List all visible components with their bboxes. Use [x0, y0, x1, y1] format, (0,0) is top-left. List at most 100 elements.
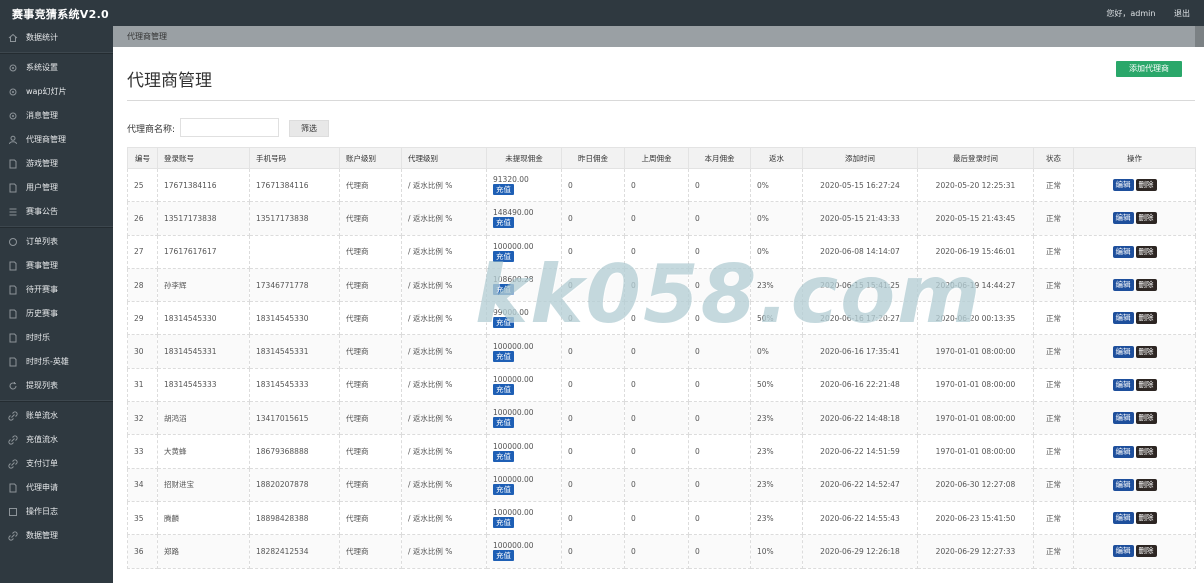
recharge-button[interactable]: 充值 — [493, 350, 514, 362]
recharge-button[interactable]: 充值 — [493, 483, 514, 495]
cell-rebate: 23% — [750, 401, 803, 436]
sidebar-item-label: 提现列表 — [26, 381, 58, 390]
recharge-button[interactable]: 充值 — [493, 517, 514, 529]
cell-yesterday-commission: 0 — [561, 367, 625, 403]
edit-button[interactable]: 编辑 — [1112, 345, 1134, 358]
sidebar-item[interactable]: wap幻灯片 — [0, 80, 113, 104]
sidebar-item[interactable]: 数据统计 — [0, 26, 113, 50]
cell-account-level: 代理商 — [339, 201, 402, 236]
column-header: 代理级别 — [401, 147, 487, 169]
cell-account-level: 代理商 — [339, 534, 402, 569]
edit-button[interactable]: 编辑 — [1112, 545, 1134, 558]
delete-button[interactable]: 删除 — [1135, 345, 1157, 358]
sidebar-item[interactable]: 游戏管理 — [0, 152, 113, 176]
sidebar-item-label: 赛事管理 — [26, 261, 58, 270]
recharge-button[interactable]: 充值 — [493, 184, 514, 196]
delete-button[interactable]: 删除 — [1135, 445, 1157, 458]
sidebar-item[interactable]: 待开赛事 — [0, 278, 113, 302]
document-icon — [8, 183, 18, 193]
circle-icon — [8, 237, 18, 247]
delete-button[interactable]: 删除 — [1135, 312, 1157, 325]
sidebar-item[interactable]: 充值流水 — [0, 428, 113, 452]
cell-account: 17617617617 — [157, 234, 250, 269]
cell-added-time: 2020-06-22 14:51:59 — [802, 434, 918, 469]
agent-name-input[interactable] — [180, 118, 279, 137]
delete-button[interactable]: 删除 — [1135, 412, 1157, 425]
sidebar-item[interactable]: 系统设置 — [0, 56, 113, 80]
delete-button[interactable]: 删除 — [1135, 545, 1157, 558]
column-header: 状态 — [1033, 147, 1074, 169]
unpaid-amount: 148490.00 — [493, 208, 534, 218]
cell-status: 正常 — [1033, 534, 1074, 569]
cell-yesterday-commission: 0 — [561, 167, 625, 203]
edit-button[interactable]: 编辑 — [1112, 478, 1134, 491]
greeting-text: 您好，admin — [1106, 9, 1156, 18]
logout-link[interactable]: 退出 — [1174, 9, 1190, 18]
edit-button[interactable]: 编辑 — [1112, 212, 1134, 225]
edit-button[interactable]: 编辑 — [1112, 412, 1134, 425]
cell-agent-level: / 返水比例 % — [401, 167, 487, 203]
square-icon — [8, 507, 18, 517]
list-icon — [8, 207, 18, 217]
column-header: 登录账号 — [157, 147, 250, 169]
sidebar-item[interactable]: 代理申请 — [0, 476, 113, 500]
cell-last-login: 2020-05-15 21:43:45 — [917, 201, 1034, 236]
sidebar-item[interactable]: 消息管理 — [0, 104, 113, 128]
edit-button[interactable]: 编辑 — [1112, 312, 1134, 325]
cell-lastweek-commission: 0 — [624, 434, 689, 469]
recharge-button[interactable]: 充值 — [493, 383, 514, 395]
sidebar-item[interactable]: 用户管理 — [0, 176, 113, 200]
cell-rebate: 50% — [750, 367, 803, 403]
sidebar-item-label: wap幻灯片 — [26, 87, 67, 96]
cell-rebate: 23% — [750, 434, 803, 469]
delete-button[interactable]: 删除 — [1135, 378, 1157, 391]
edit-button[interactable]: 编辑 — [1112, 378, 1134, 391]
add-agent-button[interactable]: 添加代理商 — [1116, 61, 1182, 77]
filter-button[interactable]: 筛选 — [289, 120, 329, 137]
delete-button[interactable]: 删除 — [1135, 279, 1157, 292]
sidebar-item[interactable]: 历史赛事 — [0, 302, 113, 326]
sidebar-item[interactable]: 时时乐 — [0, 326, 113, 350]
edit-button[interactable]: 编辑 — [1112, 512, 1134, 525]
cell-rebate: 0% — [750, 234, 803, 269]
sidebar-item[interactable]: 时时乐-英雄 — [0, 350, 113, 374]
edit-button[interactable]: 编辑 — [1112, 445, 1134, 458]
recharge-button[interactable]: 充值 — [493, 317, 514, 329]
table-row: 31 18314545333 18314545333 代理商 / 返水比例 % 10000… — [127, 367, 1196, 403]
sidebar-item[interactable]: 支付订单 — [0, 452, 113, 476]
delete-button[interactable]: 删除 — [1135, 179, 1157, 192]
sidebar-item[interactable]: 提现列表 — [0, 374, 113, 398]
cell-phone: 18820207878 — [249, 467, 340, 502]
cell-month-commission: 0 — [688, 534, 751, 569]
sidebar-item[interactable]: 代理商管理 — [0, 128, 113, 152]
recharge-button[interactable]: 充值 — [493, 217, 514, 229]
scrollbar[interactable] — [1195, 26, 1204, 47]
cell-agent-level: / 返水比例 % — [401, 234, 487, 269]
sidebar-item[interactable]: 数据管理 — [0, 524, 113, 548]
recharge-button[interactable]: 充值 — [493, 284, 514, 296]
sidebar-item[interactable]: 账单流水 — [0, 404, 113, 428]
delete-button[interactable]: 删除 — [1135, 212, 1157, 225]
recharge-button[interactable]: 充值 — [493, 450, 514, 462]
cell-yesterday-commission: 0 — [561, 234, 625, 269]
delete-button[interactable]: 删除 — [1135, 478, 1157, 491]
recharge-button[interactable]: 充值 — [493, 250, 514, 262]
cell-unpaid-commission: 100000.00 充值 — [486, 534, 562, 569]
unpaid-amount: 100000.00 — [493, 408, 534, 418]
edit-button[interactable]: 编辑 — [1112, 245, 1134, 258]
table-row: 28 孙李辉 17346771778 代理商 / 返水比例 % 108600.28 充值 0 0… — [127, 267, 1196, 303]
cell-lastweek-commission: 0 — [624, 500, 689, 536]
sidebar-item[interactable]: 操作日志 — [0, 500, 113, 524]
delete-button[interactable]: 删除 — [1135, 512, 1157, 525]
edit-button[interactable]: 编辑 — [1112, 279, 1134, 292]
recharge-button[interactable]: 充值 — [493, 550, 514, 562]
sidebar-item[interactable]: 赛事管理 — [0, 254, 113, 278]
edit-button[interactable]: 编辑 — [1112, 179, 1134, 192]
cell-id: 28 — [127, 267, 158, 303]
recharge-button[interactable]: 充值 — [493, 417, 514, 429]
cell-phone: 13417015615 — [249, 401, 340, 436]
cell-actions: 编辑 删除 — [1073, 267, 1196, 303]
sidebar-item[interactable]: 订单列表 — [0, 230, 113, 254]
delete-button[interactable]: 删除 — [1135, 245, 1157, 258]
sidebar-item[interactable]: 赛事公告 — [0, 200, 113, 224]
